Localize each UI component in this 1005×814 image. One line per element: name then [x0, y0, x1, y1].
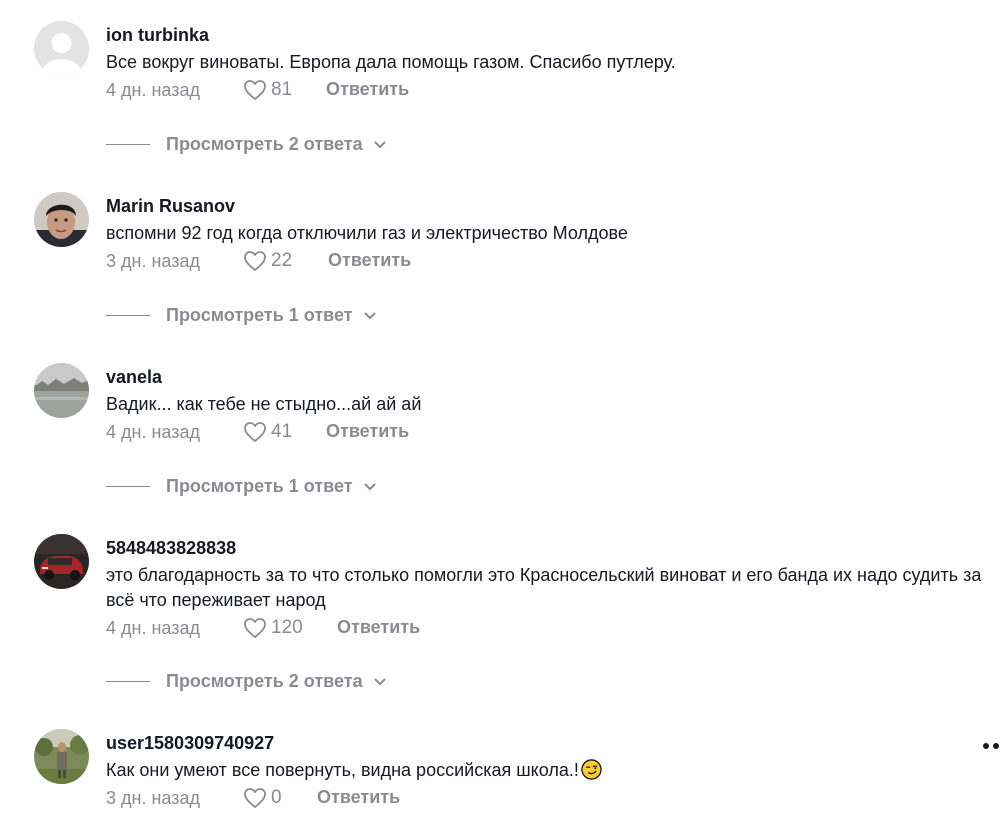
- like-count: 41: [271, 421, 293, 442]
- comment-date: 4 дн. назад: [106, 79, 200, 100]
- comment-date: 3 дн. назад: [106, 787, 200, 808]
- view-replies-button[interactable]: Просмотреть 2 ответа: [106, 671, 387, 692]
- comment-date: 3 дн. назад: [106, 250, 200, 271]
- reply-button[interactable]: Ответить: [317, 787, 400, 808]
- dot: [993, 743, 999, 749]
- view-replies-label: Просмотреть 1 ответ: [166, 476, 353, 496]
- replies-divider: [106, 144, 150, 145]
- comment-meta: 3 дн. назад: [106, 785, 200, 811]
- comment-username[interactable]: ion turbinka: [106, 25, 209, 46]
- replies-divider: [106, 315, 150, 316]
- comment-meta: 4 дн. назад: [106, 615, 200, 641]
- view-replies-button[interactable]: Просмотреть 2 ответа: [106, 134, 387, 155]
- like-button[interactable]: 0: [243, 787, 282, 809]
- dot: [983, 743, 989, 749]
- outdoor-photo-icon: [34, 729, 89, 784]
- comment-username[interactable]: user1580309740927: [106, 733, 274, 754]
- comment-text-content: Как они умеют все повернуть, видна росси…: [106, 760, 579, 780]
- person-photo-icon: [34, 192, 89, 247]
- comment-meta: 3 дн. назад: [106, 248, 200, 274]
- more-options-icon[interactable]: [983, 743, 999, 749]
- view-replies-label: Просмотреть 1 ответ: [166, 305, 353, 325]
- comment-username[interactable]: vanela: [106, 367, 162, 388]
- like-button[interactable]: 22: [243, 250, 292, 272]
- like-count: 0: [271, 787, 282, 808]
- comment-meta: 4 дн. назад: [106, 419, 200, 445]
- heart-icon: [244, 251, 266, 271]
- avatar-photo[interactable]: [34, 192, 89, 247]
- avatar-photo[interactable]: [34, 729, 89, 784]
- view-replies-button[interactable]: Просмотреть 1 ответ: [106, 476, 377, 497]
- default-avatar-icon: [34, 21, 89, 76]
- replies-divider: [106, 486, 150, 487]
- comment-username[interactable]: Marin Rusanov: [106, 196, 235, 217]
- like-count: 120: [271, 617, 303, 638]
- smirk-emoji-icon: [581, 759, 602, 780]
- reply-button[interactable]: Ответить: [326, 79, 409, 100]
- comment-text: вспомни 92 год когда отключили газ и эле…: [106, 223, 628, 243]
- like-button[interactable]: 81: [243, 79, 292, 101]
- comment-meta: 4 дн. назад: [106, 77, 200, 103]
- comment-text: Вадик... как тебе не стыдно...ай ай ай: [106, 394, 422, 414]
- heart-icon: [244, 788, 266, 808]
- comment-username[interactable]: 5848483828838: [106, 538, 236, 559]
- like-count: 22: [271, 250, 293, 271]
- chevron-down-icon: [364, 312, 376, 319]
- reply-button[interactable]: Ответить: [328, 250, 411, 271]
- view-replies-button[interactable]: Просмотреть 1 ответ: [106, 305, 377, 326]
- car-photo-icon: [34, 534, 89, 589]
- heart-icon: [244, 618, 266, 638]
- like-button[interactable]: 120: [243, 617, 303, 639]
- comment-text: Как они умеют все повернуть, видна росси…: [106, 758, 986, 783]
- avatar-default[interactable]: [34, 21, 89, 76]
- view-replies-label: Просмотреть 2 ответа: [166, 134, 363, 154]
- comment-text: Все вокруг виноваты. Европа дала помощь …: [106, 52, 676, 72]
- avatar-photo[interactable]: [34, 534, 89, 589]
- like-count: 81: [271, 79, 293, 100]
- avatar-photo[interactable]: [34, 363, 89, 418]
- reply-button[interactable]: Ответить: [326, 421, 409, 442]
- like-button[interactable]: 41: [243, 421, 292, 443]
- view-replies-label: Просмотреть 2 ответа: [166, 671, 363, 691]
- heart-icon: [244, 80, 266, 100]
- reply-button[interactable]: Ответить: [337, 617, 420, 638]
- comment-text: это благодарность за то что столько помо…: [106, 565, 982, 610]
- replies-divider: [106, 681, 150, 682]
- chevron-down-icon: [374, 141, 386, 148]
- chevron-down-icon: [374, 678, 386, 685]
- chevron-down-icon: [364, 483, 376, 490]
- comment-date: 4 дн. назад: [106, 421, 200, 442]
- comment-date: 4 дн. назад: [106, 617, 200, 638]
- landscape-photo-icon: [34, 363, 89, 418]
- heart-icon: [244, 422, 266, 442]
